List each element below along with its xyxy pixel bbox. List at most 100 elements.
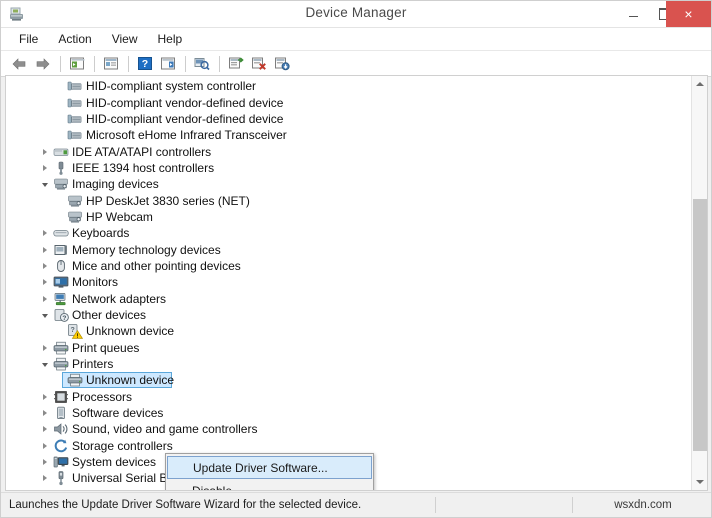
- storage-controller-icon: [53, 438, 69, 454]
- tree-expand-arrow-collapsed[interactable]: [39, 405, 51, 421]
- tree-expand-arrow-expanded[interactable]: [39, 176, 51, 192]
- system-device-icon: [53, 454, 69, 470]
- scroll-down-icon: [695, 480, 704, 484]
- tree-item[interactable]: Printers: [6, 356, 692, 372]
- show-hide-console-tree-icon[interactable]: [66, 54, 87, 74]
- tree-expand-arrow-collapsed[interactable]: [39, 421, 51, 437]
- tree-expand-arrow-collapsed[interactable]: [39, 291, 51, 307]
- forward-icon[interactable]: [32, 54, 53, 74]
- tree-item-label: Processors: [72, 389, 133, 404]
- menu-help[interactable]: Help: [149, 30, 192, 49]
- tree-item[interactable]: Memory technology devices: [6, 241, 692, 257]
- tree-item-label: System devices: [72, 455, 157, 470]
- tree-item[interactable]: Microsoft eHome Infrared Transceiver: [6, 127, 692, 143]
- tree-item-label: Monitors: [72, 275, 119, 290]
- tree-item[interactable]: Mice and other pointing devices: [6, 258, 692, 274]
- vertical-scrollbar[interactable]: [691, 76, 707, 490]
- minimize-icon: [629, 16, 638, 17]
- update-driver-software-icon[interactable]: [225, 54, 246, 74]
- tree-item[interactable]: IEEE 1394 host controllers: [6, 160, 692, 176]
- tree-item[interactable]: Monitors: [6, 274, 692, 290]
- tree-item[interactable]: Sound, video and game controllers: [6, 421, 692, 437]
- tree-item[interactable]: Imaging devices: [6, 176, 692, 192]
- back-icon[interactable]: [9, 54, 30, 74]
- scrollbar-thumb[interactable]: [693, 198, 707, 452]
- title-bar: Device Manager ×: [1, 1, 711, 28]
- network-adapter-icon: [53, 291, 69, 307]
- tree-expand-arrow-collapsed[interactable]: [39, 340, 51, 356]
- ctx-disable[interactable]: Disable: [166, 479, 373, 491]
- scroll-up-arrow[interactable]: [692, 76, 707, 92]
- tree-item[interactable]: Software devices: [6, 405, 692, 421]
- tree-expand-arrow-collapsed[interactable]: [39, 274, 51, 290]
- tree-expand-arrow-collapsed[interactable]: [39, 258, 51, 274]
- tree-expand-arrow-collapsed[interactable]: [39, 225, 51, 241]
- tree-expand-arrow-expanded[interactable]: [39, 307, 51, 323]
- tree-item[interactable]: Network adapters: [6, 290, 692, 306]
- chevron-right-icon: [43, 459, 47, 466]
- tree-expand-arrow-collapsed[interactable]: [39, 454, 51, 470]
- chevron-down-icon: [42, 183, 48, 188]
- context-menu[interactable]: Update Driver Software...DisableUninstal…: [165, 453, 374, 491]
- tree-item[interactable]: Processors: [6, 389, 692, 405]
- scan-for-hardware-changes-icon[interactable]: [191, 54, 212, 74]
- tree-expand-arrow-expanded[interactable]: [39, 356, 51, 372]
- tree-item-label: IEEE 1394 host controllers: [72, 160, 215, 175]
- tree-item[interactable]: HID-compliant vendor-defined device: [6, 111, 692, 127]
- tree-item[interactable]: Print queues: [6, 340, 692, 356]
- tree-item[interactable]: HID-compliant vendor-defined device: [6, 94, 692, 110]
- tree-item-label: HID-compliant vendor-defined device: [86, 111, 284, 126]
- toolbar-separator: [219, 55, 220, 72]
- tree-item[interactable]: HP Webcam: [6, 209, 692, 225]
- chevron-right-icon: [43, 442, 47, 449]
- tree-expand-arrow-collapsed[interactable]: [39, 389, 51, 405]
- close-button[interactable]: ×: [666, 1, 711, 27]
- tree-item[interactable]: HID-compliant system controller: [6, 78, 692, 94]
- tree-item[interactable]: IDE ATA/ATAPI controllers: [6, 143, 692, 159]
- chevron-right-icon: [43, 148, 47, 155]
- printer-icon: [67, 372, 83, 388]
- tree-item[interactable]: Storage controllers: [6, 438, 692, 454]
- help-icon[interactable]: ?: [134, 54, 155, 74]
- svg-text:?: ?: [71, 327, 75, 334]
- tree-expand-arrow-collapsed[interactable]: [39, 438, 51, 454]
- properties-icon[interactable]: [100, 54, 121, 74]
- tree-expand-arrow-collapsed[interactable]: [39, 144, 51, 160]
- tree-item[interactable]: ? Unknown device: [6, 323, 692, 340]
- status-panel-empty: [435, 497, 573, 513]
- unknown-device-warning-icon: ?: [67, 323, 84, 340]
- toolbar-separator: [94, 55, 95, 72]
- tree-expand-arrow-collapsed[interactable]: [39, 242, 51, 258]
- imaging-device-icon: [67, 193, 83, 209]
- chevron-right-icon: [43, 246, 47, 253]
- tree-expand-arrow-collapsed[interactable]: [39, 160, 51, 176]
- hid-device-icon: [67, 111, 83, 127]
- svg-text:?: ?: [62, 315, 66, 322]
- device-manager-window: Device Manager × File Action View Help ?…: [0, 0, 712, 518]
- chevron-right-icon: [43, 475, 47, 482]
- uninstall-device-icon[interactable]: [248, 54, 269, 74]
- tree-item-label: Mice and other pointing devices: [72, 258, 241, 273]
- device-tree[interactable]: HID-compliant system controller HID-compl…: [6, 78, 692, 490]
- disable-device-icon[interactable]: [271, 54, 292, 74]
- tree-expand-arrow-collapsed[interactable]: [39, 470, 51, 486]
- tree-item[interactable]: Unknown device: [6, 372, 692, 389]
- tree-item-label: IDE ATA/ATAPI controllers: [72, 144, 212, 159]
- scroll-down-arrow[interactable]: [692, 474, 707, 490]
- chevron-right-icon: [43, 344, 47, 351]
- tree-item[interactable]: HP DeskJet 3830 series (NET): [6, 192, 692, 208]
- tree-item-label: Sound, video and game controllers: [72, 422, 258, 437]
- menu-file[interactable]: File: [10, 30, 47, 49]
- minimize-button[interactable]: [618, 1, 649, 27]
- tree-item-label: HP Webcam: [86, 209, 153, 224]
- hid-device-icon: [67, 95, 83, 111]
- printer-icon: [53, 340, 69, 356]
- menu-view[interactable]: View: [103, 30, 147, 49]
- tree-item[interactable]: ? Other devices: [6, 307, 692, 323]
- show-hide-action-pane-icon[interactable]: [157, 54, 178, 74]
- ctx-update-driver-software[interactable]: Update Driver Software...: [167, 456, 372, 479]
- chevron-right-icon: [43, 230, 47, 237]
- tree-item[interactable]: Keyboards: [6, 225, 692, 241]
- menu-action[interactable]: Action: [49, 30, 100, 49]
- device-tree-pane: HID-compliant system controller HID-compl…: [5, 75, 708, 491]
